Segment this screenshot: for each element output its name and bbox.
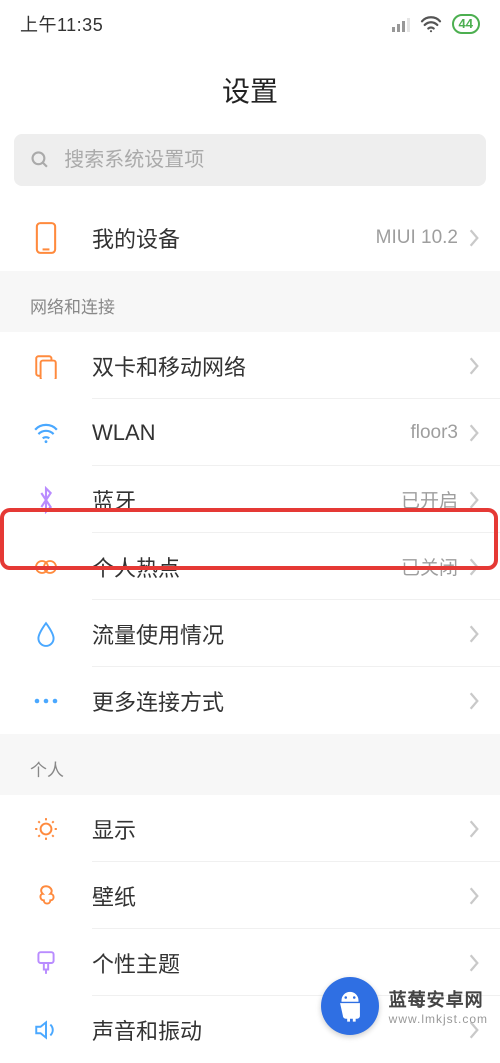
chevron-right-icon <box>468 557 480 577</box>
chevron-right-icon <box>468 490 480 510</box>
watermark: 蓝莓安卓网 www.lmkjst.com <box>321 977 488 1035</box>
wlan-value: floor3 <box>410 422 458 444</box>
sim-icon <box>33 353 59 379</box>
more-connections-label: 更多连接方式 <box>70 685 468 717</box>
phone-icon <box>34 222 58 254</box>
chevron-right-icon <box>468 953 480 973</box>
hotspot-icon <box>32 557 60 577</box>
wallpaper-label: 壁纸 <box>70 880 468 912</box>
display-label: 显示 <box>70 813 468 845</box>
chevron-right-icon <box>468 691 480 711</box>
search-box[interactable] <box>14 134 486 186</box>
wifi-icon <box>420 15 442 33</box>
wifi-icon <box>33 422 59 444</box>
bluetooth-value: 已开启 <box>401 486 458 513</box>
brush-icon <box>34 950 58 976</box>
battery-indicator: 44 <box>452 14 480 34</box>
watermark-url: www.lmkjst.com <box>389 1012 488 1026</box>
row-wallpaper[interactable]: 壁纸 <box>0 862 500 929</box>
status-time: 上午11:35 <box>20 11 103 37</box>
more-icon <box>33 697 59 705</box>
hotspot-label: 个人热点 <box>70 551 401 583</box>
row-my-device[interactable]: 我的设备 MIUI 10.2 <box>0 204 500 271</box>
row-bluetooth[interactable]: 蓝牙 已开启 <box>0 466 500 533</box>
row-more-connections[interactable]: 更多连接方式 <box>0 667 500 734</box>
droplet-icon <box>35 621 57 647</box>
sim-label: 双卡和移动网络 <box>70 350 468 382</box>
hotspot-value: 已关闭 <box>401 553 458 580</box>
bluetooth-icon <box>36 486 56 514</box>
section-network-title: 网络和连接 <box>0 271 500 332</box>
chevron-right-icon <box>468 228 480 248</box>
status-right: 44 <box>392 14 480 34</box>
bluetooth-label: 蓝牙 <box>70 484 401 516</box>
signal-icon <box>392 16 410 32</box>
wlan-label: WLAN <box>70 420 410 446</box>
row-data-usage[interactable]: 流量使用情况 <box>0 600 500 667</box>
row-display[interactable]: 显示 <box>0 795 500 862</box>
theme-label: 个性主题 <box>70 947 468 979</box>
status-bar: 上午11:35 44 <box>0 0 500 48</box>
flower-icon <box>34 883 58 909</box>
chevron-right-icon <box>468 423 480 443</box>
row-wlan[interactable]: WLAN floor3 <box>0 399 500 466</box>
chevron-right-icon <box>468 886 480 906</box>
chevron-right-icon <box>468 819 480 839</box>
data-usage-label: 流量使用情况 <box>70 618 468 650</box>
my-device-value: MIUI 10.2 <box>376 227 458 249</box>
sun-icon <box>33 816 59 842</box>
search-input[interactable] <box>64 149 470 172</box>
my-device-label: 我的设备 <box>70 222 376 254</box>
chevron-right-icon <box>468 624 480 644</box>
search-container <box>0 134 500 204</box>
chevron-right-icon <box>468 356 480 376</box>
row-sim[interactable]: 双卡和移动网络 <box>0 332 500 399</box>
android-icon <box>321 977 379 1035</box>
watermark-title: 蓝莓安卓网 <box>389 986 488 1012</box>
speaker-icon <box>33 1018 59 1042</box>
row-hotspot[interactable]: 个人热点 已关闭 <box>0 533 500 600</box>
page-title: 设置 <box>0 48 500 134</box>
search-icon <box>30 149 50 171</box>
section-personal-title: 个人 <box>0 734 500 795</box>
